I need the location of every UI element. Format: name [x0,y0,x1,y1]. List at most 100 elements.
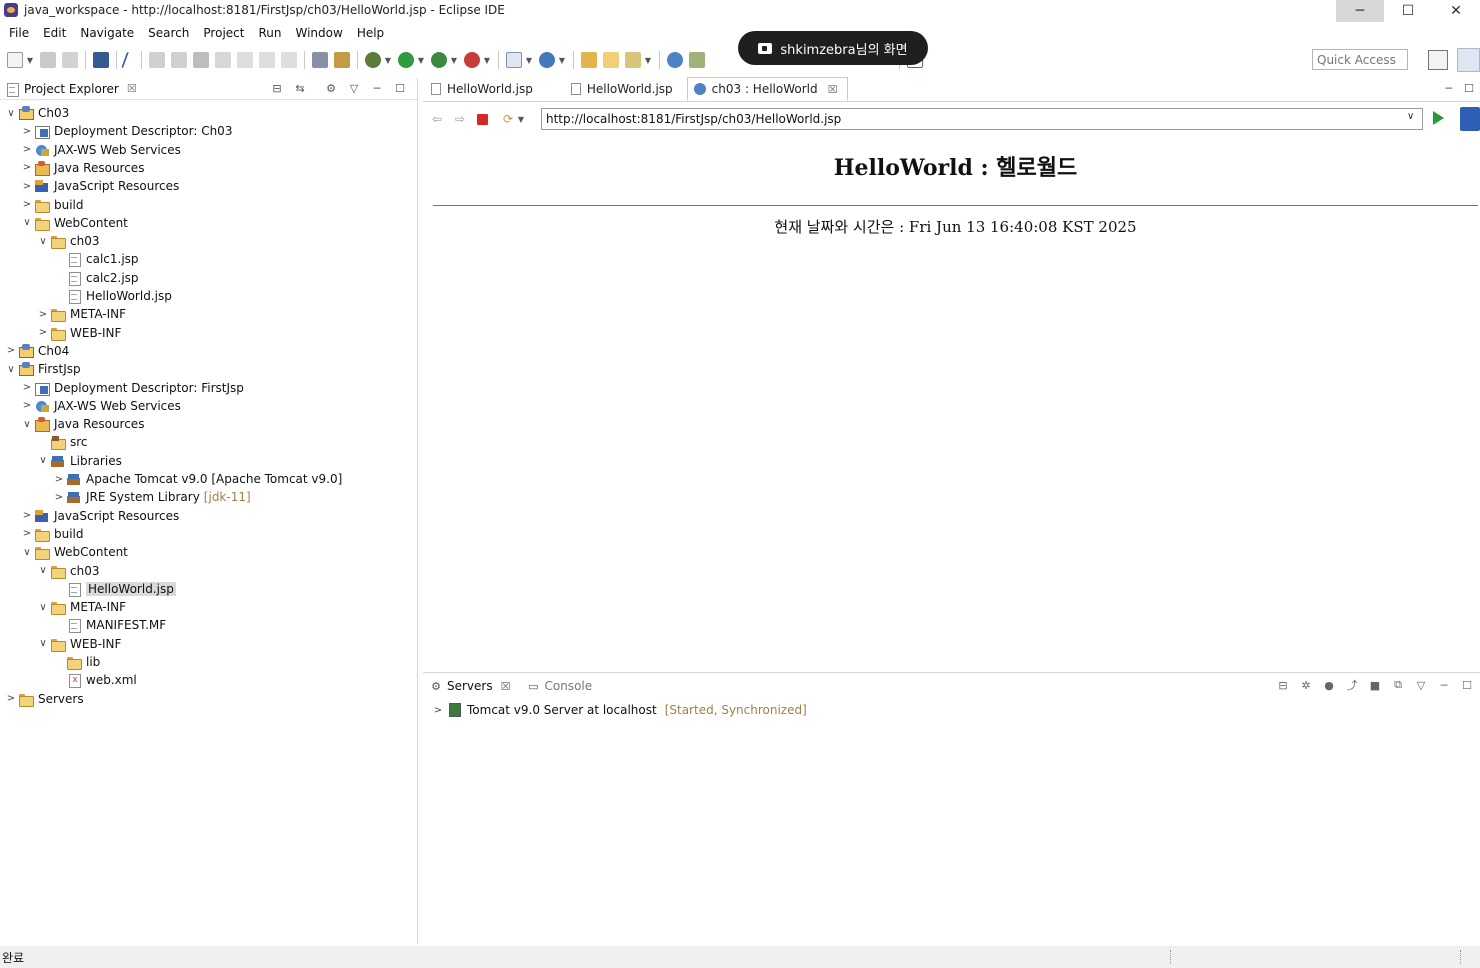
tree-item[interactable]: > Deployment Descriptor: FirstJsp [20,379,244,397]
tab-editor[interactable]: ch03 : HelloWorld ☒ [686,77,849,101]
web-browser-icon[interactable] [667,52,683,68]
toolbar-icon[interactable] [689,52,705,68]
url-field[interactable] [541,108,1423,130]
back-icon[interactable]: ⇦ [428,110,446,128]
menu-search[interactable]: Search [141,26,196,40]
skip-breakpoints-icon[interactable] [121,52,137,68]
tree-item[interactable]: > JAX-WS Web Services [20,397,181,415]
java-ee-perspective-icon[interactable] [1428,50,1448,70]
expand-icon[interactable]: > [52,492,66,503]
step-into-icon[interactable] [237,52,253,68]
tree-item[interactable]: src [36,433,88,451]
resume-icon[interactable] [149,52,165,68]
server-row[interactable]: > Tomcat v9.0 Server at localhost [Start… [431,703,807,717]
tree-item[interactable]: ∨ Ch03 [4,104,69,122]
collapse-icon[interactable]: ∨ [4,108,18,119]
collapse-icon[interactable]: ∨ [20,547,34,558]
tree-item[interactable]: > Deployment Descriptor: Ch03 [20,122,232,140]
collapse-icon[interactable]: ∨ [4,364,18,375]
expand-icon[interactable]: > [20,181,34,192]
tab-console[interactable]: ▭ Console [520,679,592,693]
minimize-editor-icon[interactable]: ─ [1446,82,1453,95]
go-icon[interactable] [1433,111,1444,125]
tab-project-explorer[interactable]: Project Explorer ☒ [0,82,137,97]
tree-item[interactable]: > Apache Tomcat v9.0 [Apache Tomcat v9.0] [52,470,343,488]
debug-server-icon[interactable]: ✲ [1299,678,1313,692]
tree-item[interactable]: ∨ META-INF [36,598,126,616]
expand-icon[interactable]: > [20,528,34,539]
tree-item[interactable]: > WEB-INF [36,324,121,342]
close-icon[interactable]: ☒ [127,82,137,95]
menu-navigate[interactable]: Navigate [73,26,141,40]
refresh-icon[interactable]: ⟳ [499,110,517,128]
tree-item[interactable]: ∨ ch03 [36,562,99,580]
view-menu-icon[interactable]: ▽ [347,81,361,95]
collapse-icon[interactable]: ∨ [20,419,34,430]
tree-item[interactable]: calc2.jsp [52,269,139,287]
collapse-icon[interactable]: ∨ [36,602,50,613]
close-icon[interactable]: ☒ [501,680,511,693]
tree-item[interactable]: ∨ WebContent [20,214,128,232]
step-over-icon[interactable] [259,52,275,68]
tab-servers[interactable]: ⚙ Servers ☒ [423,679,510,693]
save-icon[interactable] [40,52,56,68]
open-task-icon[interactable] [312,52,328,68]
tree-item[interactable]: ∨ WEB-INF [36,635,121,653]
minimize-button[interactable]: ─ [1336,0,1384,22]
expand-icon[interactable]: > [52,474,66,485]
terminate-icon[interactable] [193,52,209,68]
tab-editor[interactable]: HelloWorld.jsp [565,77,683,101]
terminal-icon[interactable] [93,52,109,68]
coverage-dropdown-icon[interactable]: ▼ [450,52,458,68]
expand-icon[interactable]: > [36,327,50,338]
tree-item[interactable]: ∨ Java Resources [20,415,144,433]
maximize-editor-icon[interactable]: ☐ [1464,82,1474,95]
search-tool-icon[interactable] [625,52,641,68]
link-editor-icon[interactable]: ⇆ [293,81,307,95]
tree-item[interactable]: ∨ WebContent [20,543,128,561]
refresh-dropdown-icon[interactable]: ▼ [517,111,525,127]
collapse-icon[interactable]: ∨ [36,455,50,466]
new-wizard-icon[interactable] [334,52,350,68]
suspend-icon[interactable] [171,52,187,68]
expand-icon[interactable]: > [20,162,34,173]
tree-item[interactable]: > build [20,196,84,214]
new-dropdown-icon[interactable]: ▼ [26,52,34,68]
tree-item[interactable]: ∨ FirstJsp [4,360,81,378]
menu-edit[interactable]: Edit [36,26,73,40]
view-menu-icon[interactable]: ▽ [1414,678,1428,692]
coverage-icon[interactable] [431,52,447,68]
tab-editor[interactable]: HelloWorld.jsp [425,77,543,101]
menu-file[interactable]: File [2,26,36,40]
tree-item[interactable]: > Ch04 [4,342,69,360]
tree-item[interactable]: > Java Resources [20,159,144,177]
expand-icon[interactable]: > [36,309,50,320]
new-server-icon[interactable] [506,52,522,68]
search-dropdown-icon[interactable]: ▼ [644,52,652,68]
tree-item[interactable]: > JAX-WS Web Services [20,141,181,159]
close-button[interactable]: ✕ [1432,0,1480,22]
menu-window[interactable]: Window [288,26,349,40]
collapse-icon[interactable]: ∨ [36,638,50,649]
tree-item[interactable]: HelloWorld.jsp [52,287,172,305]
maximize-button[interactable]: ☐ [1384,0,1432,22]
profile-server-icon[interactable]: ⤴ [1345,678,1359,692]
save-all-icon[interactable] [62,52,78,68]
tree-item[interactable]: lib [52,653,100,671]
tree-item[interactable]: ∨ ch03 [36,232,99,250]
quick-access-input[interactable] [1312,49,1408,70]
new-java-class-dropdown-icon[interactable]: ▼ [558,52,566,68]
close-icon[interactable]: ☒ [828,83,838,96]
expand-icon[interactable]: > [20,382,34,393]
debug-dropdown-icon[interactable]: ▼ [384,52,392,68]
step-return-icon[interactable] [281,52,297,68]
maximize-view-icon[interactable]: ☐ [1460,678,1474,692]
tree-item[interactable]: > META-INF [36,305,126,323]
minimize-view-icon[interactable]: ─ [370,81,384,95]
new-icon[interactable] [7,52,23,68]
new-java-class-icon[interactable] [539,52,555,68]
collapse-icon[interactable]: ∨ [20,217,34,228]
stop-icon[interactable] [477,113,488,125]
menu-project[interactable]: Project [196,26,251,40]
tree-item[interactable]: > JRE System Library [jdk-11] [52,488,251,506]
